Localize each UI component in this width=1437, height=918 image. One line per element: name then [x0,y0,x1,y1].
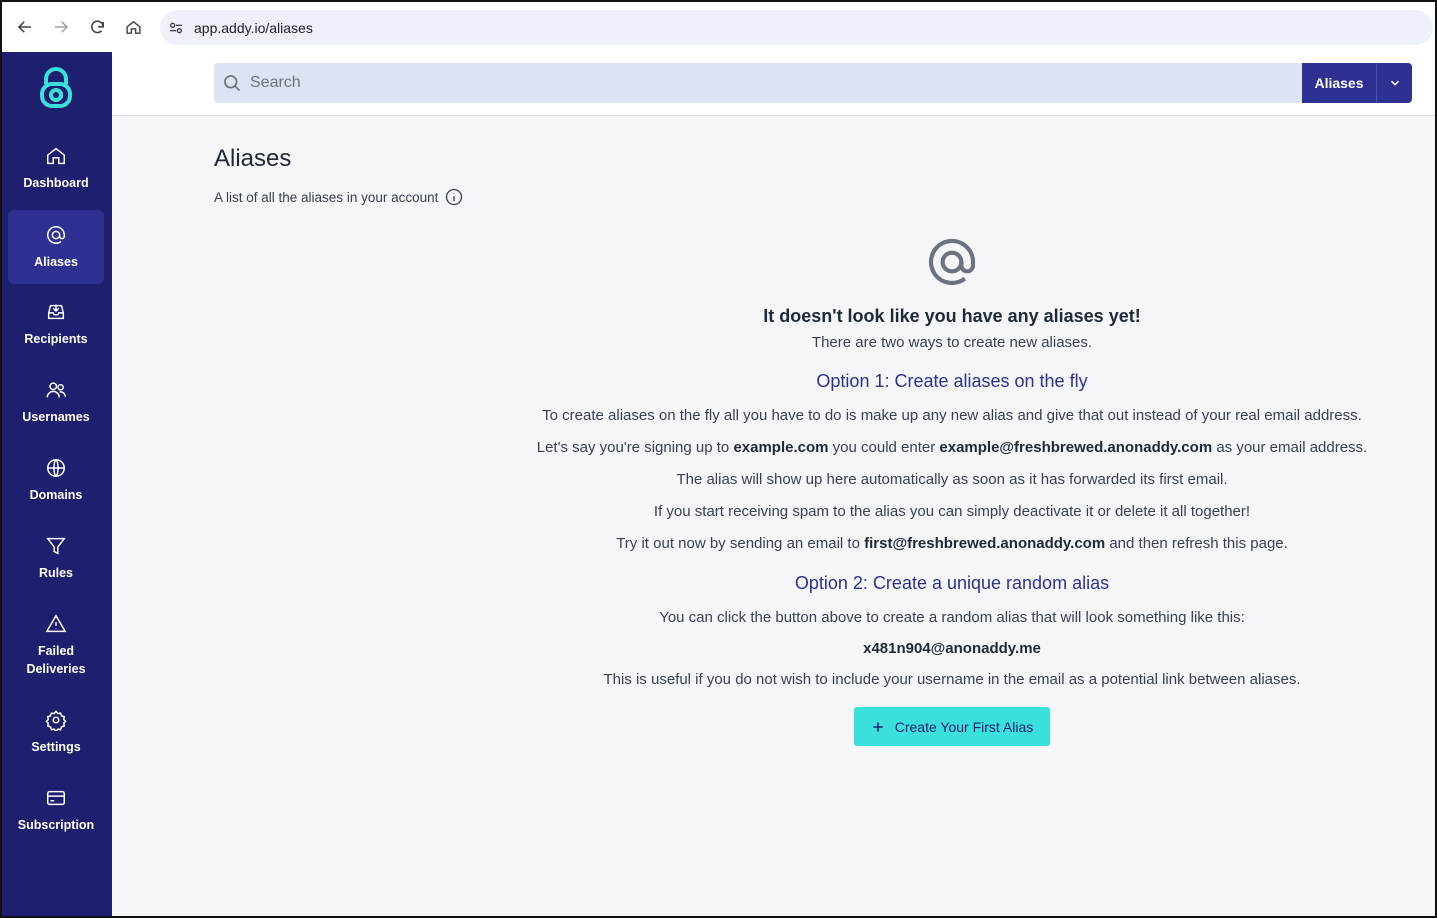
filter-icon [46,537,66,555]
example-domain: example.com [733,439,829,456]
site-settings-icon[interactable] [166,18,186,38]
sidebar-item-domains[interactable]: Domains [8,444,104,516]
reload-button[interactable] [82,12,112,42]
sidebar-item-failed-deliveries[interactable]: Failed Deliveries [8,600,104,690]
url-text: app.addy.io/aliases [194,19,313,36]
option-2-line-2: This is useful if you do not wish to inc… [603,671,1301,688]
page-subtitle: A list of all the aliases in your accoun… [214,187,464,207]
sidebar-item-label: Usernames [22,409,90,424]
option-1-line-4: If you start receiving spam to the alias… [653,503,1251,520]
create-first-alias-label: Create Your First Alias [894,718,1034,735]
empty-state-subtitle: There are two ways to create new aliases… [811,334,1093,351]
warning-icon [45,613,67,632]
sidebar-item-label: Failed Deliveries [26,643,86,676]
option-1-line-3: The alias will show up here automaticall… [676,471,1228,488]
page-title: Aliases [214,145,292,172]
empty-state: It doesn't look like you have any aliase… [472,234,1432,746]
sidebar-item-label: Dashboard [23,175,89,190]
search-scope-button[interactable]: Aliases [1302,63,1376,103]
option-1-line-2: Let's say you're signing up to example.c… [536,439,1368,456]
plus-icon [871,720,885,734]
first-alias-address: first@freshbrewed.anonaddy.com [864,535,1106,552]
option-1-heading: Option 1: Create aliases on the fly [816,371,1088,391]
empty-state-title: It doesn't look like you have any aliase… [763,306,1141,326]
home-icon [47,147,65,164]
sidebar-item-dashboard[interactable]: Dashboard [8,132,104,204]
sidebar-item-label: Domains [29,487,83,502]
info-icon[interactable] [444,187,464,207]
sidebar-item-settings[interactable]: Settings [8,696,104,768]
home-button[interactable] [118,12,148,42]
sidebar-item-label: Rules [38,565,74,580]
sidebar-item-subscription[interactable]: Subscription [8,774,104,846]
inbox-icon [47,304,65,319]
globe-icon [47,458,65,477]
option-1-line-5: Try it out now by sending an email to fi… [616,535,1288,552]
users-icon [46,381,66,397]
top-header: Aliases [112,52,1435,116]
sidebar-item-recipients[interactable]: Recipients [8,288,104,360]
credit-card-icon [47,790,65,805]
random-alias-example: x481n904@anonaddy.me [863,640,1041,657]
option-2-line-1: You can click the button above to create… [659,609,1245,626]
at-icon [924,234,980,290]
forward-button[interactable] [46,12,76,42]
search-bar[interactable] [214,63,1302,103]
page-subtitle-text: A list of all the aliases in your accoun… [214,189,439,205]
chevron-down-icon [1390,80,1399,86]
sidebar: Dashboard Aliases Recipients Usernames D… [2,52,112,916]
search-scope-dropdown[interactable] [1376,63,1412,103]
sidebar-item-label: Aliases [34,254,78,269]
sidebar-item-aliases[interactable]: Aliases [8,210,104,284]
sidebar-item-label: Recipients [24,331,88,346]
sidebar-item-label: Settings [31,739,81,754]
browser-toolbar: app.addy.io/aliases [2,2,1435,52]
create-first-alias-button[interactable]: Create Your First Alias [853,707,1051,746]
search-input[interactable] [250,74,1150,92]
option-1-line-1: To create aliases on the fly all you hav… [542,407,1362,424]
sidebar-item-rules[interactable]: Rules [8,522,104,594]
sidebar-item-label: Subscription [17,817,95,832]
sidebar-item-usernames[interactable]: Usernames [8,366,104,438]
at-icon [47,225,65,244]
gear-icon [45,709,67,731]
search-icon [222,73,242,93]
app-window: app.addy.io/aliases Dashboard Aliases Re… [0,0,1437,918]
addy-logo-icon[interactable] [38,66,74,110]
example-alias-address: example@freshbrewed.anonaddy.com [939,439,1213,456]
address-bar[interactable]: app.addy.io/aliases [160,10,1433,45]
back-button[interactable] [10,12,40,42]
option-2-heading: Option 2: Create a unique random alias [794,573,1110,593]
